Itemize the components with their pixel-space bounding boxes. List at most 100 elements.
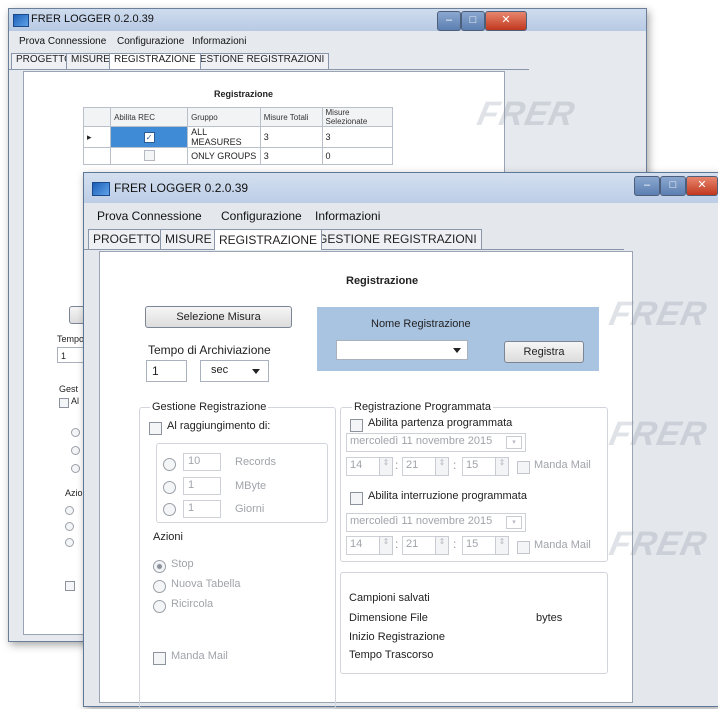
cell-selezionate: 3 (321, 126, 393, 148)
mbyte-input[interactable]: 1 (183, 477, 221, 495)
back-radio[interactable] (71, 446, 80, 455)
back-al-checkbox[interactable] (59, 398, 69, 408)
tab-registrazione[interactable]: REGISTRAZIONE (214, 229, 323, 250)
campioni-salvati-label: Campioni salvati (349, 592, 430, 604)
partenza-manda-mail-checkbox[interactable] (517, 461, 530, 474)
partenza-date-picker[interactable]: mercoledì 11 novembre 2015 ▾ (346, 433, 526, 452)
tempo-archiviazione-input[interactable]: 1 (146, 360, 187, 382)
back-radio[interactable] (65, 506, 74, 515)
interruzione-second-stepper[interactable]: ⇕ (495, 536, 509, 555)
records-input[interactable]: 10 (183, 453, 221, 471)
interruzione-hour[interactable]: 14 (346, 536, 381, 555)
al-raggiungimento-checkbox[interactable] (149, 422, 162, 435)
close-icon[interactable]: ✕ (686, 176, 718, 196)
abilita-rec-checkbox[interactable] (110, 147, 189, 165)
maximize-icon[interactable]: □ (660, 176, 686, 196)
back-tempo-label: Tempo (57, 334, 85, 344)
giorni-unit-label: Giorni (235, 503, 265, 515)
menu-prova-connessione[interactable]: Prova Connessione (97, 209, 202, 223)
interruzione-date-picker[interactable]: mercoledì 11 novembre 2015 ▾ (346, 513, 526, 532)
interruzione-minute[interactable]: 21 (402, 536, 437, 555)
back-tab-misure[interactable]: MISURE (66, 53, 115, 69)
tab-progetto[interactable]: PROGETTO (88, 229, 166, 249)
back-tab-gestione-registrazioni[interactable]: GESTIONE REGISTRAZIONI (187, 53, 330, 69)
abilita-interruzione-checkbox[interactable] (350, 492, 363, 505)
menu-configurazione[interactable]: Configurazione (221, 209, 302, 223)
abilita-partenza-label: Abilita partenza programmata (368, 417, 513, 429)
abilita-interruzione-label: Abilita interruzione programmata (368, 490, 527, 502)
table-row[interactable]: ONLY GROUPS 3 0 (82, 147, 393, 165)
mbyte-unit-label: MByte (235, 480, 267, 492)
tab-misure[interactable]: MISURE (160, 229, 217, 249)
giorni-radio[interactable] (163, 503, 176, 516)
interruzione-manda-mail-label: Manda Mail (534, 539, 591, 551)
tempo-trascorso-label: Tempo Trascorso (349, 649, 434, 661)
watermark-logo: FRER (606, 415, 711, 453)
inizio-registrazione-label: Inizio Registrazione (349, 631, 445, 643)
nuova-tabella-radio[interactable] (153, 580, 166, 593)
calendar-icon: ▾ (506, 516, 522, 529)
partenza-hour-stepper[interactable]: ⇕ (379, 457, 393, 476)
nome-registrazione-label: Nome Registrazione (371, 318, 471, 330)
interruzione-minute-stepper[interactable]: ⇕ (435, 536, 449, 555)
minimize-icon[interactable]: – (634, 176, 660, 196)
partenza-second-stepper[interactable]: ⇕ (495, 457, 509, 476)
table-row[interactable]: ▸ ✓ ALL MEASURES 3 3 (82, 126, 393, 148)
tempo-value: 1 (152, 364, 159, 378)
close-icon[interactable]: ✕ (485, 11, 527, 31)
tempo-unit-select[interactable]: sec (200, 360, 269, 382)
back-radio[interactable] (65, 538, 74, 547)
back-al-label: Al (71, 396, 80, 406)
back-radio[interactable] (71, 464, 80, 473)
records-radio[interactable] (163, 458, 176, 471)
ricircola-radio[interactable] (153, 600, 166, 613)
manda-mail-label: Manda Mail (171, 650, 228, 662)
interruzione-hour-stepper[interactable]: ⇕ (379, 536, 393, 555)
row-pointer-icon: ▸ (82, 126, 112, 148)
registra-button[interactable]: Registra (504, 341, 584, 363)
back-gestione-label: Gest (59, 384, 79, 394)
dimensione-file-label: Dimensione File (349, 612, 428, 624)
page-title: Registrazione (346, 275, 419, 287)
gestione-registrazione-title: Gestione Registrazione (150, 401, 269, 413)
partenza-minute-stepper[interactable]: ⇕ (435, 457, 449, 476)
partenza-hour[interactable]: 14 (346, 457, 381, 476)
partenza-minute[interactable]: 21 (402, 457, 437, 476)
abilita-partenza-checkbox[interactable] (350, 419, 363, 432)
time-separator: : (395, 537, 399, 551)
back-menu-prova-connessione[interactable]: Prova Connessione (19, 36, 106, 47)
stop-radio[interactable] (153, 560, 166, 573)
cell-selezionate: 0 (321, 147, 393, 165)
chevron-down-icon (453, 348, 461, 353)
cell-totali: 3 (259, 147, 323, 165)
nome-registrazione-select[interactable] (336, 340, 468, 360)
tab-gestione-registrazioni[interactable]: GESTIONE REGISTRAZIONI (313, 229, 482, 249)
mbyte-radio[interactable] (163, 481, 176, 494)
selezione-misura-button[interactable]: Selezione Misura (145, 306, 292, 328)
azioni-title: Azioni (153, 531, 183, 543)
records-unit-label: Records (235, 456, 276, 468)
interruzione-manda-mail-checkbox[interactable] (517, 541, 530, 554)
watermark-logo: FRER (474, 95, 579, 133)
cell-gruppo: ONLY GROUPS (187, 147, 261, 165)
back-manda-mail-checkbox[interactable] (65, 581, 75, 591)
minimize-icon[interactable]: – (437, 11, 461, 31)
back-tab-registrazione[interactable]: REGISTRAZIONE (109, 53, 201, 69)
manda-mail-checkbox[interactable] (153, 652, 166, 665)
partenza-manda-mail-label: Manda Mail (534, 459, 591, 471)
back-menu-informazioni[interactable]: Informazioni (192, 36, 246, 47)
partenza-second[interactable]: 15 (462, 457, 497, 476)
abilita-rec-checkbox[interactable]: ✓ (110, 126, 189, 148)
maximize-icon[interactable]: □ (461, 11, 485, 31)
table-col-selector (82, 107, 112, 127)
back-radio[interactable] (71, 428, 80, 437)
back-radio[interactable] (65, 522, 74, 531)
watermark-logo: FRER (606, 525, 711, 563)
back-window-titlebar[interactable]: FRER LOGGER 0.2.0.39 – □ ✕ (9, 9, 646, 31)
menu-informazioni[interactable]: Informazioni (315, 209, 380, 223)
back-menu-configurazione[interactable]: Configurazione (117, 36, 184, 47)
main-window-titlebar[interactable]: FRER LOGGER 0.2.0.39 – □ ✕ (84, 173, 718, 203)
giorni-input[interactable]: 1 (183, 500, 221, 518)
chevron-down-icon (252, 369, 260, 374)
interruzione-second[interactable]: 15 (462, 536, 497, 555)
